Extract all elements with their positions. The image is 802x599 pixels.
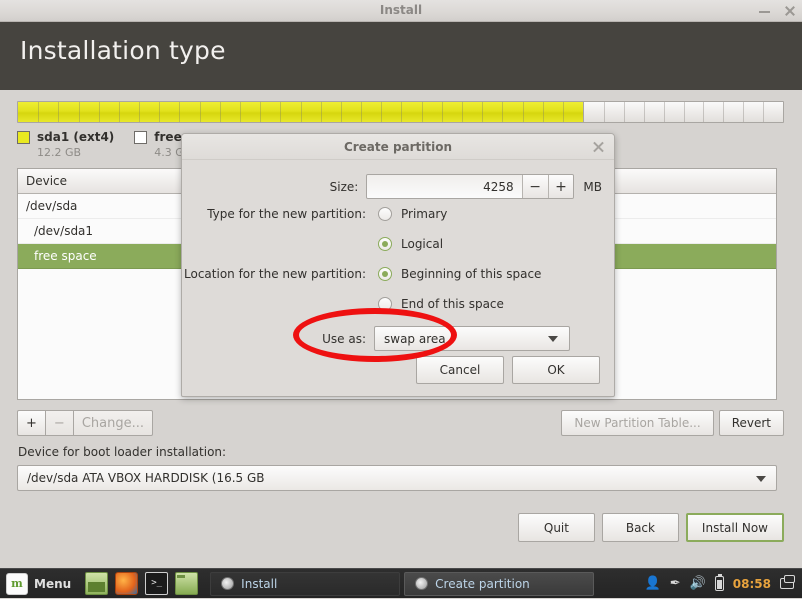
window-list: Install Create partition (210, 571, 644, 596)
display-icon[interactable] (780, 575, 795, 589)
user-icon[interactable]: 👤 (645, 577, 661, 590)
radio-logical[interactable]: Logical (378, 237, 443, 251)
window-title: Install (379, 3, 423, 17)
radio-primary-indicator[interactable] (378, 207, 392, 221)
start-menu-button[interactable]: m Menu (0, 569, 79, 599)
bootloader-selected-value: /dev/sda ATA VBOX HARDDISK (16.5 GB (27, 471, 265, 485)
firefox-icon[interactable] (115, 572, 139, 595)
battery-icon[interactable] (714, 573, 724, 591)
folder-icon[interactable] (175, 572, 199, 595)
revert-button[interactable]: Revert (718, 410, 784, 436)
files-icon[interactable] (85, 572, 109, 595)
radio-beginning-label: Beginning of this space (401, 267, 542, 281)
install-now-button[interactable]: Install Now (685, 513, 784, 542)
size-unit-label: MB (583, 179, 602, 194)
use-as-label: Use as: (322, 331, 366, 346)
size-input[interactable]: 4258 (367, 175, 522, 198)
window-icon (221, 577, 235, 590)
cancel-button[interactable]: Cancel (416, 356, 504, 384)
volume-icon[interactable]: 🔊 (690, 577, 706, 590)
page-title: Installation type (20, 36, 226, 65)
radio-beginning-of-space[interactable]: Beginning of this space (378, 267, 541, 281)
size-spinner[interactable]: 4258 − + (366, 174, 575, 199)
close-icon[interactable] (783, 4, 796, 17)
taskbar-item-label: Create partition (435, 576, 530, 591)
terminal-icon[interactable]: >_ (145, 572, 169, 595)
close-icon[interactable] (592, 140, 605, 153)
taskbar-item-label: Install (241, 576, 278, 591)
radio-end-of-space[interactable]: End of this space (378, 297, 504, 311)
add-partition-button[interactable]: + (17, 410, 46, 436)
use-as-select[interactable]: swap area (374, 326, 570, 351)
new-partition-table-button[interactable]: New Partition Table... (561, 410, 714, 436)
ok-button[interactable]: OK (512, 356, 600, 384)
change-partition-button[interactable]: Change... (73, 410, 153, 436)
disk-usage-bar (17, 101, 784, 123)
partition-location-label: Location for the new partition: (184, 267, 366, 281)
update-icon[interactable]: ✒ (670, 577, 681, 590)
chevron-down-icon (756, 476, 766, 482)
usage-segment-free (584, 102, 783, 122)
remove-partition-button[interactable]: − (45, 410, 74, 436)
mint-logo-icon: m (6, 572, 28, 595)
dialog-titlebar: Create partition (182, 134, 614, 160)
partition-type-label: Type for the new partition: (207, 207, 366, 221)
taskbar-item[interactable]: Install (210, 571, 401, 596)
use-as-selected-value: swap area (384, 331, 446, 346)
clock[interactable]: 08:58 (733, 577, 771, 591)
chevron-down-icon (548, 336, 558, 342)
radio-beginning-indicator[interactable] (378, 267, 392, 281)
dialog-title: Create partition (343, 140, 453, 154)
usage-segment-sda1 (18, 102, 585, 122)
taskbar-item[interactable]: Create partition (404, 571, 595, 596)
radio-logical-label: Logical (401, 237, 444, 251)
window-controls (758, 0, 796, 21)
window-titlebar: Install (0, 0, 802, 22)
legend-item-sda1: sda1 (ext4) 12.2 GB (17, 130, 114, 159)
bootloader-select[interactable]: /dev/sda ATA VBOX HARDDISK (16.5 GB (17, 465, 777, 491)
dialog-body: Size: 4258 − + MB Type for the new parti… (182, 160, 614, 397)
create-partition-dialog: Create partition Size: 4258 − + MB Type … (181, 133, 615, 397)
page-header: Installation type (0, 22, 802, 90)
radio-end-label: End of this space (401, 297, 504, 311)
legend-swatch-sda1 (17, 130, 30, 144)
quit-button[interactable]: Quit (517, 513, 595, 542)
system-tray: 👤 ✒ 🔊 08:58 (645, 573, 795, 591)
size-decrement-button[interactable]: − (521, 175, 548, 198)
radio-end-indicator[interactable] (378, 297, 392, 311)
desktop-taskbar: m Menu >_ Install Create partition 👤 ✒ 🔊 … (0, 568, 802, 598)
install-window: Install Installation type sda1 (ext4) 12… (0, 0, 802, 598)
back-button[interactable]: Back (601, 513, 679, 542)
minimize-icon[interactable] (758, 4, 771, 17)
radio-primary-label: Primary (401, 207, 448, 221)
legend-size-sda1: 12.2 GB (37, 146, 82, 159)
window-icon (415, 577, 429, 590)
legend-label-sda1: sda1 (ext4) (37, 130, 115, 144)
size-label: Size: (329, 179, 359, 194)
wizard-actions: Quit Back Install Now (517, 513, 784, 542)
table-actions: New Partition Table... Revert (561, 410, 784, 436)
bootloader-label: Device for boot loader installation: (18, 445, 227, 459)
partition-toolbar: + − Change... (17, 410, 153, 436)
quick-launch-bar: >_ (85, 572, 199, 595)
radio-primary[interactable]: Primary (378, 207, 447, 221)
legend-swatch-free-space (134, 130, 148, 144)
size-increment-button[interactable]: + (547, 175, 574, 198)
dialog-actions: Cancel OK (416, 356, 600, 384)
start-menu-label: Menu (34, 576, 72, 591)
radio-logical-indicator[interactable] (378, 237, 392, 251)
